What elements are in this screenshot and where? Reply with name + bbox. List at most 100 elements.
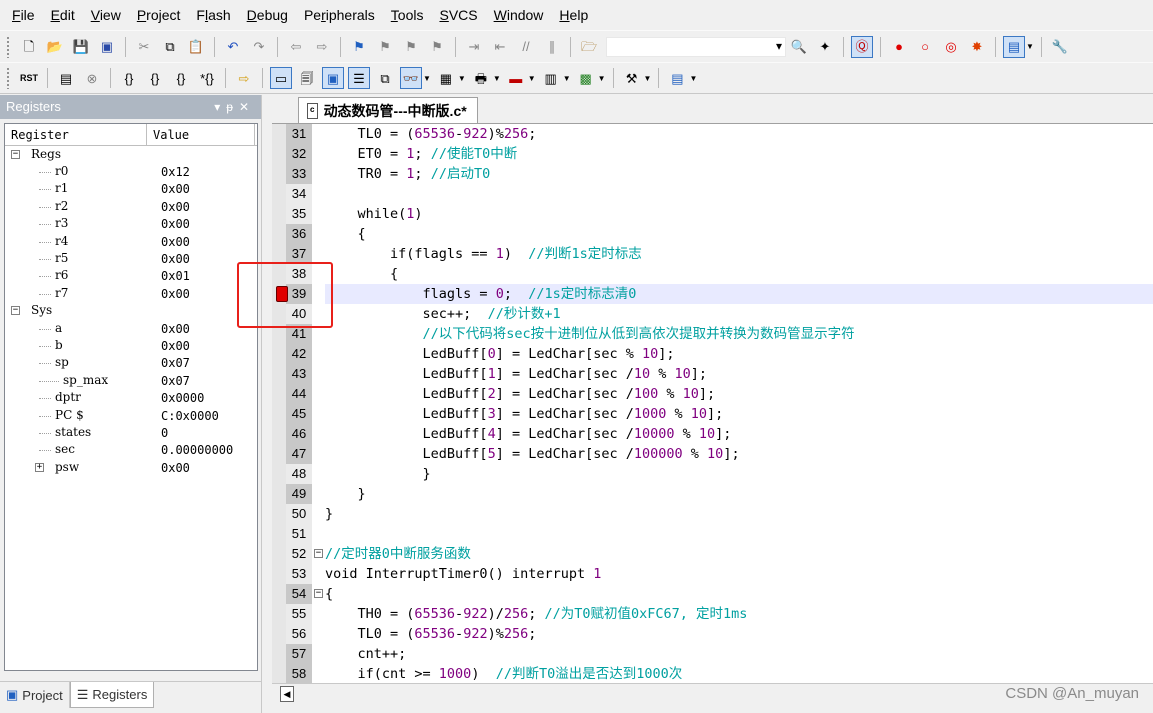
trace-window-icon[interactable]: ▥	[540, 67, 562, 89]
call-stack-window-icon[interactable]: ⧉	[374, 67, 396, 89]
system-viewer-icon[interactable]: ▩	[575, 67, 597, 89]
memory-window-icon[interactable]: ▦	[435, 67, 457, 89]
register-value[interactable]: 0x00	[155, 217, 190, 231]
tab-project[interactable]: ▣ Project	[0, 682, 70, 708]
copy-icon[interactable]: ⧉	[159, 36, 181, 58]
run-icon[interactable]: ▤	[55, 67, 77, 89]
register-row[interactable]: sp_max 0x07	[5, 372, 257, 389]
editor-file-tab[interactable]: ᶜ 动态数码管---中断版.c*	[298, 97, 478, 123]
register-value[interactable]: 0x00	[155, 339, 190, 353]
register-value[interactable]: 0x12	[155, 165, 190, 179]
register-row[interactable]: r1 0x00	[5, 181, 257, 198]
register-value[interactable]: 0x00	[155, 182, 190, 196]
nav-back-icon[interactable]: ⇦	[285, 36, 307, 58]
register-row[interactable]: psw +0x00	[5, 459, 257, 476]
breakpoint-toggle-icon[interactable]: ○	[914, 36, 936, 58]
register-value[interactable]: C:0x0000	[155, 409, 219, 423]
register-value[interactable]: 0x07	[155, 356, 190, 370]
toolbar-grip[interactable]	[6, 67, 10, 89]
indent-icon[interactable]: ⇥	[463, 36, 485, 58]
register-value[interactable]: 0	[155, 426, 168, 440]
show-next-statement-icon[interactable]: ⇨	[233, 67, 255, 89]
stop-icon[interactable]: ⊗	[81, 67, 103, 89]
register-value[interactable]: 0x00	[155, 252, 190, 266]
chevron-down-icon[interactable]: ▼	[458, 74, 466, 83]
menu-project[interactable]: Project	[129, 0, 189, 30]
register-value[interactable]: 0x0000	[155, 391, 204, 405]
menu-tools[interactable]: Tools	[383, 0, 432, 30]
register-row[interactable]: r3 0x00	[5, 216, 257, 233]
save-icon[interactable]: 💾	[70, 36, 92, 58]
code-line[interactable]	[272, 584, 1153, 604]
register-row[interactable]: a 0x00	[5, 320, 257, 337]
kill-breakpoints-icon[interactable]: ✸	[966, 36, 988, 58]
chevron-down-icon[interactable]: ▼	[563, 74, 571, 83]
chevron-down-icon[interactable]: ▼	[644, 74, 652, 83]
clear-bookmarks-icon[interactable]: ⚑	[426, 36, 448, 58]
menu-file[interactable]: File	[4, 0, 43, 30]
undo-icon[interactable]: ↶	[222, 36, 244, 58]
reset-cpu-icon[interactable]: RST	[18, 67, 40, 89]
find-icon[interactable]: 🔍	[788, 36, 810, 58]
code-line[interactable]	[272, 524, 1153, 544]
new-file-icon[interactable]: 🗋	[18, 36, 40, 58]
find-combo[interactable]	[606, 36, 786, 57]
register-value[interactable]: 0x00	[155, 200, 190, 214]
fold-collapse-icon[interactable]: −	[314, 589, 323, 598]
tab-registers[interactable]: ☰ Registers	[69, 682, 155, 708]
code-line[interactable]	[272, 484, 1153, 504]
register-row[interactable]: Sys −	[5, 303, 257, 320]
nav-forward-icon[interactable]: ⇨	[311, 36, 333, 58]
registers-window-icon[interactable]: ☰	[348, 67, 370, 89]
register-value[interactable]: 0x00	[155, 287, 190, 301]
bookmark-icon[interactable]: ⚑	[348, 36, 370, 58]
window-layout-icon[interactable]: ▤	[666, 67, 688, 89]
column-header-register[interactable]: Register	[5, 124, 147, 145]
outdent-icon[interactable]: ⇤	[489, 36, 511, 58]
comment-icon[interactable]: //	[515, 36, 537, 58]
save-all-icon[interactable]: ▣	[96, 36, 118, 58]
uncomment-icon[interactable]: ∥	[541, 36, 563, 58]
analysis-window-icon[interactable]: ▬	[505, 67, 527, 89]
register-row[interactable]: r4 0x00	[5, 233, 257, 250]
collapse-icon[interactable]: −	[11, 149, 20, 159]
register-row[interactable]: r2 0x00	[5, 198, 257, 215]
chevron-down-icon[interactable]: ▾	[214, 100, 226, 114]
disable-breakpoints-icon[interactable]: ◎	[940, 36, 962, 58]
disassembly-window-icon[interactable]: 🗐	[296, 67, 318, 89]
register-row[interactable]: b 0x00	[5, 337, 257, 354]
prev-bookmark-icon[interactable]: ⚑	[374, 36, 396, 58]
register-value[interactable]: 0x00	[155, 322, 190, 336]
register-row[interactable]: dptr 0x0000	[5, 389, 257, 406]
menu-window[interactable]: Window	[486, 0, 552, 30]
register-value[interactable]: 0x01	[155, 269, 190, 283]
pin-icon[interactable]: ᵽ	[226, 100, 239, 114]
register-value[interactable]: 0x07	[155, 374, 190, 388]
next-bookmark-icon[interactable]: ⚑	[400, 36, 422, 58]
step-over-icon[interactable]: {}	[144, 67, 166, 89]
menu-debug[interactable]: Debug	[239, 0, 296, 30]
window-layout-icon[interactable]: ▤	[1003, 35, 1025, 58]
menu-flash[interactable]: Flash	[188, 0, 238, 30]
toolbar-grip[interactable]	[6, 35, 10, 58]
register-value[interactable]: 0.00000000	[155, 443, 233, 457]
breakpoint-icon[interactable]: ●	[888, 36, 910, 58]
chevron-down-icon[interactable]: ▼	[423, 74, 431, 83]
code-line[interactable]	[272, 184, 1153, 204]
close-icon[interactable]: ✕	[239, 100, 255, 114]
register-row[interactable]: r6 0x01	[5, 268, 257, 285]
register-row[interactable]: states 0	[5, 424, 257, 441]
register-value[interactable]: 0x00	[155, 461, 190, 475]
collapse-icon[interactable]: −	[11, 306, 20, 316]
register-row[interactable]: r0 0x12	[5, 163, 257, 180]
register-row[interactable]: r5 0x00	[5, 250, 257, 267]
step-out-icon[interactable]: {}	[170, 67, 192, 89]
register-row[interactable]: sp 0x07	[5, 355, 257, 372]
register-row[interactable]: sec 0.00000000	[5, 442, 257, 459]
menu-svcs[interactable]: SVCS	[431, 0, 485, 30]
step-into-icon[interactable]: {}	[118, 67, 140, 89]
command-window-icon[interactable]: ▭	[270, 67, 292, 89]
code-line[interactable]	[272, 504, 1153, 524]
register-row[interactable]: Regs −	[5, 146, 257, 163]
register-value[interactable]: 0x00	[155, 235, 190, 249]
